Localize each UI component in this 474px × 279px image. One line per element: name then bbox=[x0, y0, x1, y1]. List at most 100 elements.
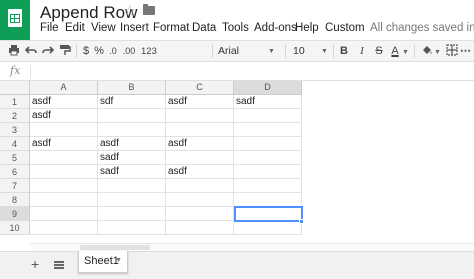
cell-d3[interactable] bbox=[234, 123, 302, 137]
cell-a7[interactable] bbox=[30, 179, 98, 193]
toolbar: $ % .0 .00 123 ▼ Arial▼ 10▼ B I S A ▼ ▼ … bbox=[0, 40, 474, 71]
chevron-down-icon[interactable]: ▼ bbox=[434, 44, 441, 59]
horizontal-scrollbar[interactable] bbox=[30, 243, 474, 251]
cell-b2[interactable] bbox=[98, 109, 166, 123]
cell-a4[interactable]: asdf bbox=[30, 137, 98, 151]
cell-c4[interactable]: asdf bbox=[166, 137, 234, 151]
cell-c8[interactable] bbox=[166, 193, 234, 207]
strikethrough-button[interactable]: S bbox=[373, 44, 385, 59]
row-header-4[interactable]: 4 bbox=[0, 137, 30, 151]
cell-d1[interactable]: sadf bbox=[234, 95, 302, 109]
menu-edit[interactable]: Edit bbox=[65, 22, 85, 34]
sheet-list-icon[interactable] bbox=[54, 261, 64, 269]
cell-a10[interactable] bbox=[30, 221, 98, 235]
cell-b8[interactable] bbox=[98, 193, 166, 207]
cell-c5[interactable] bbox=[166, 151, 234, 165]
cell-c6[interactable]: asdf bbox=[166, 165, 234, 179]
cell-c1[interactable]: asdf bbox=[166, 95, 234, 109]
fill-handle[interactable] bbox=[299, 219, 304, 224]
cell-b3[interactable] bbox=[98, 123, 166, 137]
print-icon[interactable] bbox=[8, 44, 20, 59]
font-size-select[interactable]: 10 ▼ bbox=[293, 44, 328, 59]
menu-format[interactable]: Format bbox=[153, 22, 189, 34]
cell-c9[interactable] bbox=[166, 207, 234, 221]
cell-a6[interactable] bbox=[30, 165, 98, 179]
more-formats-button[interactable]: 123 ▼ bbox=[141, 44, 165, 71]
sheet-tab-sheet1[interactable]: Sheet1 ▼ bbox=[78, 251, 128, 273]
cell-c2[interactable] bbox=[166, 109, 234, 123]
cell-a8[interactable] bbox=[30, 193, 98, 207]
cell-a5[interactable] bbox=[30, 151, 98, 165]
chevron-down-icon[interactable]: ▼ bbox=[402, 44, 409, 59]
column-header-c[interactable]: C bbox=[166, 81, 234, 95]
column-header-a[interactable]: A bbox=[30, 81, 98, 95]
column-header-b[interactable]: B bbox=[98, 81, 166, 95]
cell-a1[interactable]: asdf bbox=[30, 95, 98, 109]
row-header-6[interactable]: 6 bbox=[0, 165, 30, 179]
menu-insert[interactable]: Insert bbox=[120, 22, 149, 34]
plus-icon[interactable]: + bbox=[31, 256, 39, 272]
cell-b7[interactable] bbox=[98, 179, 166, 193]
undo-icon[interactable] bbox=[24, 44, 37, 59]
cell-a2[interactable]: asdf bbox=[30, 109, 98, 123]
redo-icon[interactable] bbox=[42, 44, 55, 59]
active-cell-d9[interactable] bbox=[234, 206, 303, 222]
cell-d10[interactable] bbox=[234, 221, 302, 235]
cell-c3[interactable] bbox=[166, 123, 234, 137]
menu-file[interactable]: File bbox=[40, 22, 59, 34]
menu-tools[interactable]: Tools bbox=[222, 22, 249, 34]
percent-button[interactable]: % bbox=[94, 44, 104, 59]
formula-input[interactable] bbox=[36, 65, 466, 79]
cell-d2[interactable] bbox=[234, 109, 302, 123]
cell-d6[interactable] bbox=[234, 165, 302, 179]
cell-c10[interactable] bbox=[166, 221, 234, 235]
row-header-10[interactable]: 10 bbox=[0, 221, 30, 235]
sheets-logo-icon bbox=[8, 9, 22, 27]
select-all-corner[interactable] bbox=[0, 81, 30, 95]
increase-decimals-button[interactable]: .00 bbox=[121, 44, 137, 59]
font-select[interactable]: Arial ▼ bbox=[218, 44, 278, 59]
cell-b6[interactable]: sadf bbox=[98, 165, 166, 179]
sheets-logo[interactable] bbox=[0, 0, 30, 40]
row-header-2[interactable]: 2 bbox=[0, 109, 30, 123]
row-header-1[interactable]: 1 bbox=[0, 95, 30, 109]
cell-d8[interactable] bbox=[234, 193, 302, 207]
borders-icon[interactable] bbox=[446, 44, 458, 59]
row-header-8[interactable]: 8 bbox=[0, 193, 30, 207]
cell-b10[interactable] bbox=[98, 221, 166, 235]
menu-custom[interactable]: Custom bbox=[325, 22, 365, 34]
cell-b1[interactable]: sdf bbox=[98, 95, 166, 109]
menu-view[interactable]: View bbox=[91, 22, 116, 34]
cell-b5[interactable]: sadf bbox=[98, 151, 166, 165]
formula-divider bbox=[30, 65, 31, 79]
folder-icon[interactable] bbox=[143, 4, 155, 15]
cell-d5[interactable] bbox=[234, 151, 302, 165]
row-header-7[interactable]: 7 bbox=[0, 179, 30, 193]
column-header-d[interactable]: D bbox=[234, 81, 302, 95]
italic-button[interactable]: I bbox=[357, 44, 367, 59]
scrollbar-thumb[interactable] bbox=[80, 245, 150, 250]
currency-button[interactable]: $ bbox=[81, 44, 91, 59]
cell-a3[interactable] bbox=[30, 123, 98, 137]
text-color-button[interactable]: A bbox=[389, 44, 401, 59]
paint-format-icon[interactable] bbox=[59, 44, 71, 59]
cell-b9[interactable] bbox=[98, 207, 166, 221]
row-header-3[interactable]: 3 bbox=[0, 123, 30, 137]
decrease-decimals-button[interactable]: .0 bbox=[107, 44, 119, 59]
star-icon[interactable]: ☆ bbox=[123, 2, 136, 20]
cell-b4[interactable]: asdf bbox=[98, 137, 166, 151]
cell-a9[interactable] bbox=[30, 207, 98, 221]
cell-c7[interactable] bbox=[166, 179, 234, 193]
save-status[interactable]: All changes saved in D... bbox=[370, 22, 474, 34]
menu-addons[interactable]: Add-ons bbox=[254, 22, 297, 34]
row-header-9[interactable]: 9 bbox=[0, 207, 30, 221]
more-icon[interactable]: ⋯ bbox=[460, 44, 471, 59]
fill-color-icon[interactable] bbox=[421, 44, 433, 59]
row-header-5[interactable]: 5 bbox=[0, 151, 30, 165]
cell-d7[interactable] bbox=[234, 179, 302, 193]
cell-d4[interactable] bbox=[234, 137, 302, 151]
menu-data[interactable]: Data bbox=[192, 22, 216, 34]
chevron-down-icon[interactable]: ▼ bbox=[115, 251, 122, 271]
bold-button[interactable]: B bbox=[338, 44, 350, 59]
menu-help[interactable]: Help bbox=[295, 22, 319, 34]
